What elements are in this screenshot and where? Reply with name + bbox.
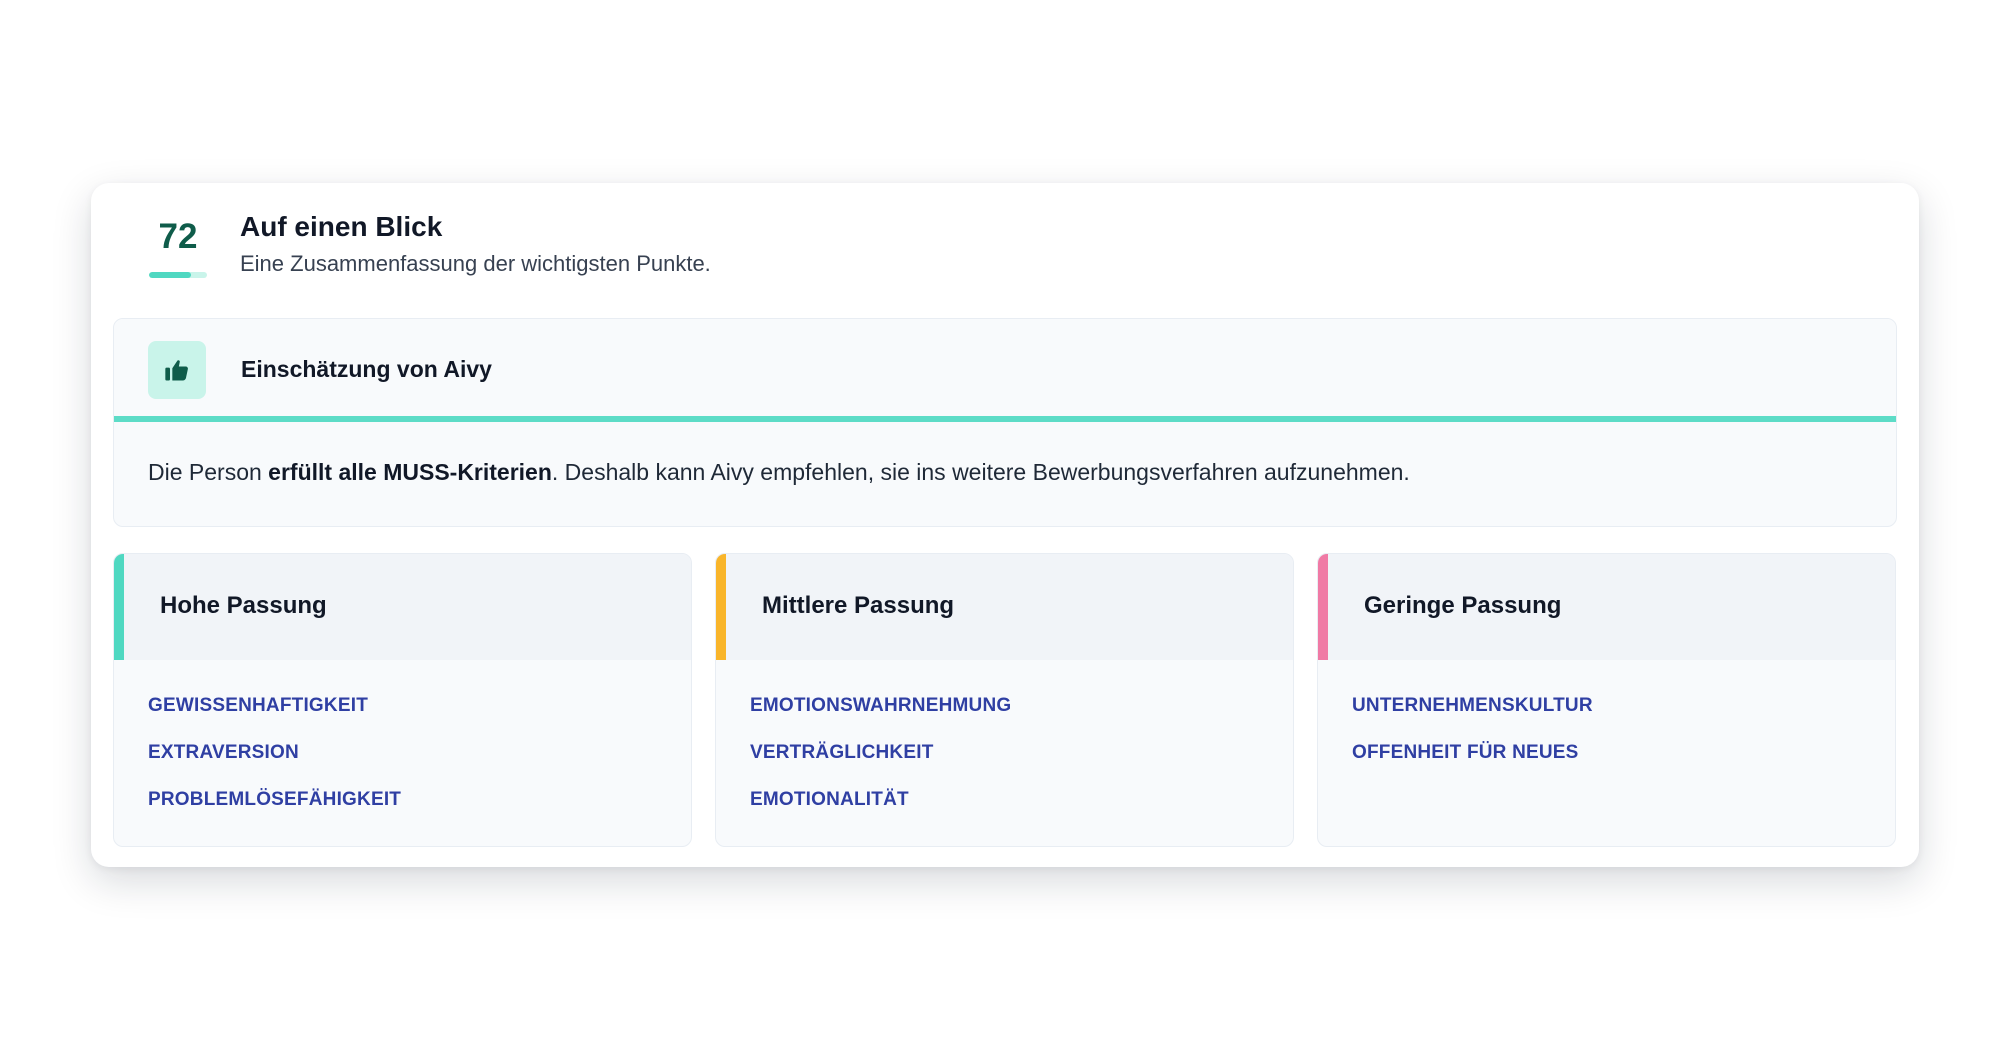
fit-item-list: EMOTIONSWAHRNEHMUNG VERTRÄGLICHKEIT EMOT… (750, 694, 1011, 835)
fit-card-title: Hohe Passung (160, 592, 327, 619)
fit-item-link[interactable]: EXTRAVERSION (148, 741, 401, 765)
fit-card-title: Geringe Passung (1364, 592, 1562, 619)
summary-card: 72 Auf einen Blick Eine Zusammenfassung … (91, 183, 1919, 867)
page-subtitle: Eine Zusammenfassung der wichtigsten Pun… (240, 251, 711, 276)
fit-item-link[interactable]: VERTRÄGLICHKEIT (750, 741, 1011, 765)
fit-item-link[interactable]: EMOTIONALITÄT (750, 788, 1011, 812)
fit-card-high: Hohe Passung GEWISSENHAFTIGKEIT EXTRAVER… (113, 553, 692, 847)
assessment-text-start: Die Person (148, 459, 269, 485)
fit-item-link[interactable]: PROBLEMLÖSEFÄHIGKEIT (148, 788, 401, 812)
assessment-divider (114, 416, 1896, 422)
fit-accent-bar (1318, 554, 1328, 660)
assessment-text: Die Person erfüllt alle MUSS-Kriterien. … (148, 457, 1410, 487)
score-progress-track (149, 272, 207, 278)
thumbs-up-icon (148, 341, 206, 399)
summary-header: 72 Auf einen Blick Eine Zusammenfassung … (91, 183, 1919, 318)
fit-accent-bar (716, 554, 726, 660)
fit-card-header: Hohe Passung (114, 554, 691, 660)
fit-accent-bar (114, 554, 124, 660)
assessment-title: Einschätzung von Aivy (241, 356, 492, 382)
assessment-text-end: . Deshalb kann Aivy empfehlen, sie ins w… (551, 459, 1410, 485)
fit-item-link[interactable]: GEWISSENHAFTIGKEIT (148, 694, 401, 718)
fit-card-low: Geringe Passung UNTERNEHMENSKULTUR OFFEN… (1317, 553, 1896, 847)
fit-card-header: Mittlere Passung (716, 554, 1293, 660)
page-title: Auf einen Blick (240, 211, 443, 242)
fit-item-link[interactable]: EMOTIONSWAHRNEHMUNG (750, 694, 1011, 718)
fit-item-list: GEWISSENHAFTIGKEIT EXTRAVERSION PROBLEML… (148, 694, 401, 835)
fit-item-list: UNTERNEHMENSKULTUR OFFENHEIT FÜR NEUES (1352, 694, 1593, 788)
fit-card-header: Geringe Passung (1318, 554, 1895, 660)
fit-card-medium: Mittlere Passung EMOTIONSWAHRNEHMUNG VER… (715, 553, 1294, 847)
assessment-text-highlight: erfüllt alle MUSS-Kriterien (268, 459, 552, 485)
fit-card-title: Mittlere Passung (762, 592, 955, 619)
score-indicator: 72 (145, 217, 211, 278)
fit-item-link[interactable]: OFFENHEIT FÜR NEUES (1352, 741, 1593, 765)
score-value: 72 (158, 217, 198, 256)
score-progress-fill (149, 272, 191, 278)
fit-item-link[interactable]: UNTERNEHMENSKULTUR (1352, 694, 1593, 718)
assessment-header: Einschätzung von Aivy (114, 319, 1896, 416)
aivy-assessment-panel: Einschätzung von Aivy Die Person erfüllt… (113, 318, 1897, 527)
